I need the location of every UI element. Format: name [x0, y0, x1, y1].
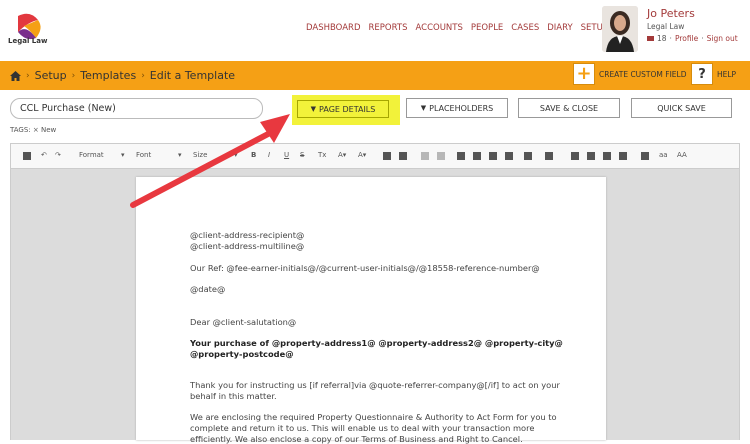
quick-save-button[interactable]: QUICK SAVE — [631, 98, 732, 118]
nav-cases[interactable]: CASES — [511, 23, 539, 33]
bullet-list-icon[interactable] — [399, 152, 407, 160]
undo-icon[interactable]: ↶ — [41, 151, 47, 159]
chevron-right-icon: › — [26, 70, 30, 81]
spellcheck-icon[interactable] — [545, 152, 553, 160]
main-nav: DASHBOARD REPORTS ACCOUNTS PEOPLE CASES … — [306, 23, 616, 33]
tag-remove-icon[interactable]: × — [33, 126, 39, 134]
page-details-highlight: ▼ PAGE DETAILS — [292, 95, 400, 125]
underline-icon[interactable]: U — [284, 151, 289, 159]
indent-icon[interactable] — [437, 152, 445, 160]
question-icon: ? — [691, 63, 713, 85]
nav-diary[interactable]: DIARY — [547, 23, 572, 33]
doc-heading: Your purchase of @property-address1@ @pr… — [190, 338, 563, 348]
tags-row: TAGS: × New — [10, 126, 56, 134]
chevron-right-icon: › — [141, 70, 145, 81]
placeholders-label: PLACEHOLDERS — [429, 103, 494, 113]
page-details-label: PAGE DETAILS — [319, 104, 376, 114]
doc-line: efficiently. We also enclose a copy of o… — [190, 434, 523, 444]
nav-dashboard[interactable]: DASHBOARD — [306, 23, 361, 33]
page-break-icon[interactable] — [619, 152, 627, 160]
doc-line: Thank you for instructing us [if referra… — [190, 380, 560, 390]
user-avatar[interactable] — [602, 6, 638, 52]
chevron-down-icon: ▼ — [310, 105, 317, 113]
plus-icon: + — [573, 63, 595, 85]
signout-link[interactable]: Sign out — [707, 34, 738, 43]
clear-format-icon[interactable]: Tx — [318, 151, 326, 159]
image-icon[interactable] — [571, 152, 579, 160]
doc-line: behalf in this matter. — [190, 391, 277, 401]
create-custom-field-label: CREATE CUSTOM FIELD — [599, 69, 687, 79]
chevron-down-icon: ▼ — [420, 104, 427, 112]
numbered-list-icon[interactable] — [383, 152, 391, 160]
placeholders-button[interactable]: ▼ PLACEHOLDERS — [406, 98, 508, 118]
user-firm: Legal Law — [647, 22, 685, 31]
format-dropdown[interactable]: Format — [79, 151, 104, 159]
outdent-icon[interactable] — [421, 152, 429, 160]
breadcrumb-templates[interactable]: Templates — [80, 69, 136, 82]
brand-name: Legal Law — [8, 37, 48, 45]
create-custom-field-button[interactable]: + CREATE CUSTOM FIELD — [573, 63, 686, 85]
doc-line: Our Ref: @fee-earner-initials@/@current-… — [190, 263, 540, 273]
hr-icon[interactable] — [603, 152, 611, 160]
italic-icon[interactable]: I — [268, 151, 270, 159]
doc-line: @client-address-recipient@ — [190, 230, 305, 240]
source-icon[interactable] — [23, 152, 31, 160]
align-justify-icon[interactable] — [505, 152, 513, 160]
chevron-right-icon: › — [71, 70, 76, 81]
align-right-icon[interactable] — [489, 152, 497, 160]
nav-accounts[interactable]: ACCOUNTS — [415, 23, 462, 33]
case-icon[interactable]: AA — [677, 151, 687, 159]
brand-logo[interactable] — [10, 10, 50, 54]
strike-icon[interactable]: S — [300, 151, 304, 159]
paste-icon[interactable] — [641, 152, 649, 160]
editor-toolbar: ↶ ↷ Format ▾ Font ▾ Size ▾ B I U S Tx A▾… — [10, 143, 740, 169]
font-dropdown[interactable]: Font — [136, 151, 151, 159]
size-dropdown[interactable]: Size — [193, 151, 207, 159]
profile-link[interactable]: Profile — [675, 34, 698, 43]
user-name[interactable]: Jo Peters — [647, 7, 695, 20]
bold-icon[interactable]: B — [251, 151, 256, 159]
tags-label: TAGS: — [10, 126, 31, 134]
breadcrumb: › Setup › Templates › Edit a Template — [10, 69, 235, 82]
breadcrumb-current: Edit a Template — [149, 69, 236, 82]
mail-count[interactable]: 18 — [657, 34, 667, 43]
doc-line: We are enclosing the required Property Q… — [190, 412, 557, 422]
mail-icon[interactable] — [647, 36, 654, 41]
text-color-icon[interactable]: A▾ — [338, 151, 346, 159]
align-center-icon[interactable] — [473, 152, 481, 160]
special-char-icon[interactable] — [524, 152, 532, 160]
chevron-down-icon: ▾ — [121, 151, 125, 159]
chevron-down-icon: ▾ — [178, 151, 182, 159]
user-links: 18 · Profile · Sign out — [647, 34, 738, 43]
nav-people[interactable]: PEOPLE — [471, 23, 503, 33]
table-icon[interactable] — [587, 152, 595, 160]
doc-line: @date@ — [190, 284, 226, 294]
help-label: HELP — [717, 69, 737, 79]
doc-line: @client-address-multiline@ — [190, 241, 305, 251]
page-details-button[interactable]: ▼ PAGE DETAILS — [297, 100, 389, 118]
nav-reports[interactable]: REPORTS — [369, 23, 408, 33]
superscript-icon[interactable]: aa — [659, 151, 668, 159]
top-header: Legal Law DASHBOARD REPORTS ACCOUNTS PEO… — [0, 0, 750, 60]
redo-icon[interactable]: ↷ — [55, 151, 61, 159]
doc-line: complete and return it to us. This will … — [190, 423, 535, 433]
help-button[interactable]: ? HELP — [691, 63, 736, 85]
bg-color-icon[interactable]: A▾ — [358, 151, 366, 159]
chevron-down-icon: ▾ — [234, 151, 238, 159]
breadcrumb-setup[interactable]: Setup — [35, 69, 67, 82]
doc-line: Dear @client-salutation@ — [190, 317, 297, 327]
template-name-input[interactable]: CCL Purchase (New) — [10, 98, 263, 119]
save-close-button[interactable]: SAVE & CLOSE — [518, 98, 620, 118]
tag-new[interactable]: New — [41, 126, 56, 134]
align-left-icon[interactable] — [457, 152, 465, 160]
doc-heading: @property-postcode@ — [190, 349, 294, 359]
home-icon[interactable] — [10, 70, 21, 81]
